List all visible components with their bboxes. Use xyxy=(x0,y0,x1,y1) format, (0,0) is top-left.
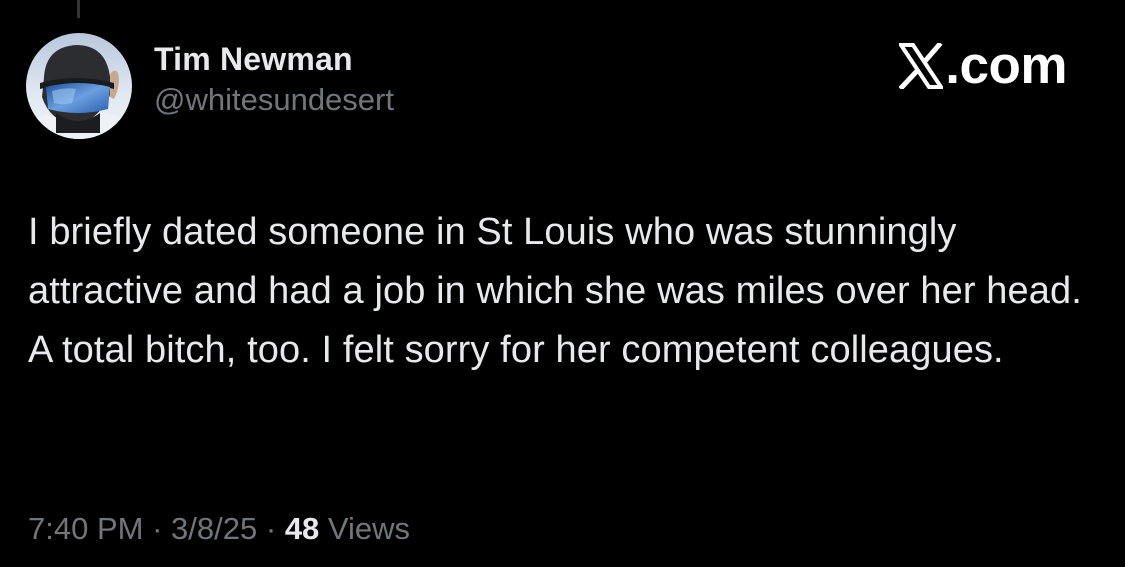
tweet-header: Tim Newman @whitesundesert xyxy=(26,33,394,139)
tweet-text: I briefly dated someone in St Louis who … xyxy=(28,211,1082,371)
author-names: Tim Newman @whitesundesert xyxy=(154,39,394,119)
x-logo-icon xyxy=(899,43,944,89)
avatar-photo-icon xyxy=(26,33,132,139)
views-count[interactable]: 48 xyxy=(285,511,319,546)
author-avatar[interactable] xyxy=(26,33,132,139)
author-display-name[interactable]: Tim Newman xyxy=(154,39,394,79)
meta-separator: · xyxy=(152,511,163,546)
author-handle[interactable]: @whitesundesert xyxy=(154,81,394,119)
thread-connector-line xyxy=(77,0,80,18)
tweet-time[interactable]: 7:40 PM xyxy=(28,511,143,546)
tweet-date[interactable]: 3/8/25 xyxy=(171,511,257,546)
brand-watermark: .com xyxy=(899,38,1067,94)
meta-separator: · xyxy=(265,511,277,546)
views-label: Views xyxy=(327,511,411,546)
brand-domain-text: .com xyxy=(945,36,1067,95)
tweet-meta: 7:40 PM · 3/8/25 · 48 Views xyxy=(28,508,410,550)
